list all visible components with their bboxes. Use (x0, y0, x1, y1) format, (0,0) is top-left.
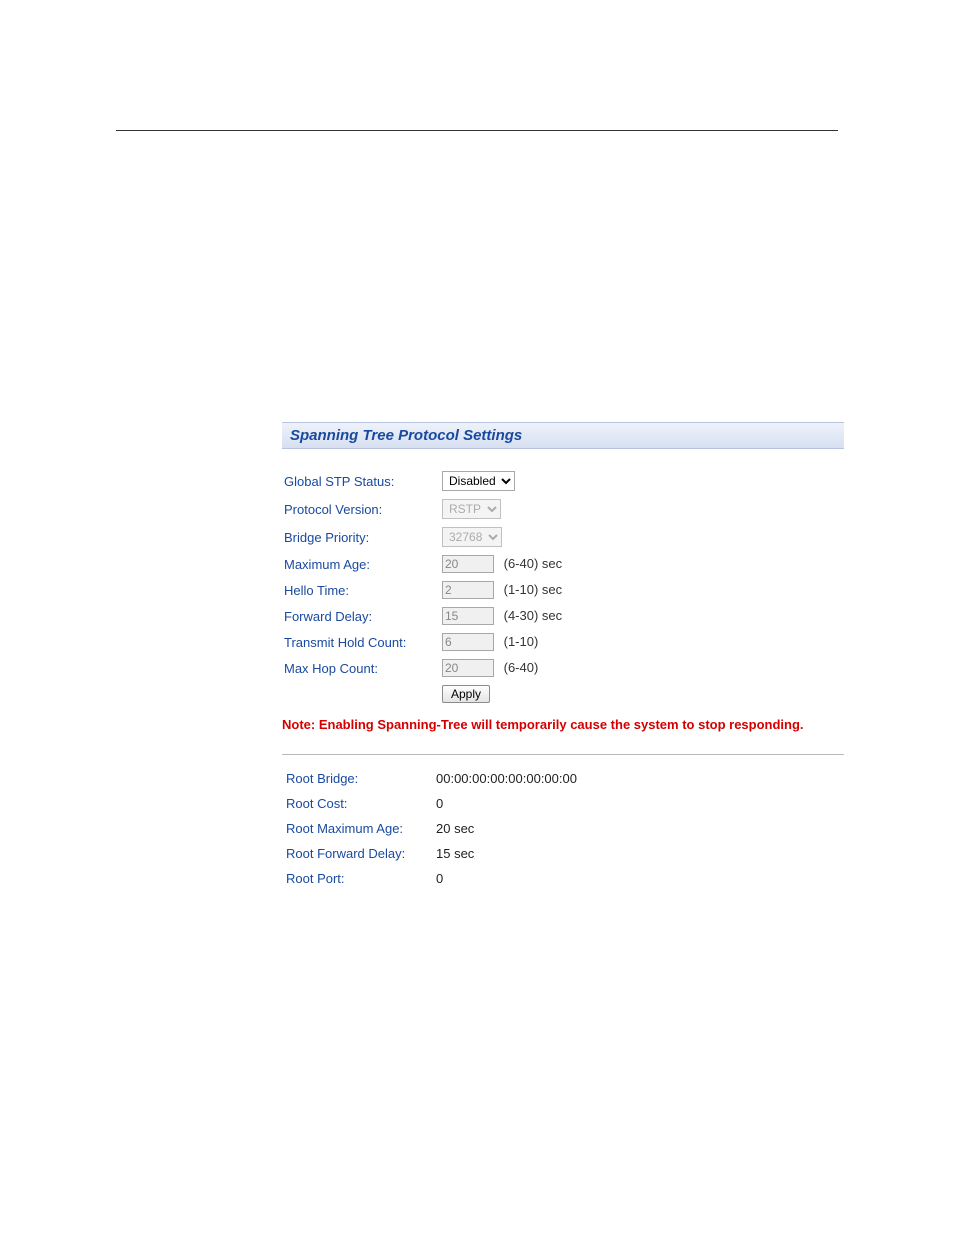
root-forward-delay-value: 15 sec (434, 842, 583, 865)
root-port-value: 0 (434, 867, 583, 890)
hello-time-label: Hello Time: (282, 577, 440, 603)
section-rule (282, 754, 844, 755)
settings-form: Global STP Status: Disabled Protocol Ver… (282, 467, 568, 707)
root-bridge-value: 00:00:00:00:00:00:00:00 (434, 767, 583, 790)
stp-settings-panel: Spanning Tree Protocol Settings Global S… (282, 422, 844, 892)
root-port-label: Root Port: (284, 867, 432, 890)
root-info-table: Root Bridge: 00:00:00:00:00:00:00:00 Roo… (282, 765, 585, 892)
top-rule (116, 130, 838, 131)
root-max-age-label: Root Maximum Age: (284, 817, 432, 840)
root-forward-delay-label: Root Forward Delay: (284, 842, 432, 865)
global-stp-status-select[interactable]: Disabled (442, 471, 515, 491)
panel-title: Spanning Tree Protocol Settings (282, 422, 844, 449)
maximum-age-label: Maximum Age: (282, 551, 440, 577)
max-hop-count-hint: (6-40) (498, 660, 539, 675)
protocol-version-label: Protocol Version: (282, 495, 440, 523)
warning-note: Note: Enabling Spanning-Tree will tempor… (282, 717, 844, 732)
max-hop-count-input[interactable] (442, 659, 494, 677)
transmit-hold-count-input[interactable] (442, 633, 494, 651)
max-hop-count-label: Max Hop Count: (282, 655, 440, 681)
bridge-priority-select[interactable]: 32768 (442, 527, 502, 547)
root-cost-value: 0 (434, 792, 583, 815)
apply-button[interactable]: Apply (442, 685, 490, 703)
root-max-age-value: 20 sec (434, 817, 583, 840)
forward-delay-input[interactable] (442, 607, 494, 625)
global-stp-status-label: Global STP Status: (282, 467, 440, 495)
root-bridge-label: Root Bridge: (284, 767, 432, 790)
transmit-hold-count-label: Transmit Hold Count: (282, 629, 440, 655)
protocol-version-select[interactable]: RSTP (442, 499, 501, 519)
forward-delay-label: Forward Delay: (282, 603, 440, 629)
maximum-age-input[interactable] (442, 555, 494, 573)
bridge-priority-label: Bridge Priority: (282, 523, 440, 551)
forward-delay-hint: (4-30) sec (498, 608, 563, 623)
hello-time-hint: (1-10) sec (498, 582, 563, 597)
page: Spanning Tree Protocol Settings Global S… (0, 0, 954, 1235)
transmit-hold-count-hint: (1-10) (498, 634, 539, 649)
root-cost-label: Root Cost: (284, 792, 432, 815)
maximum-age-hint: (6-40) sec (498, 556, 563, 571)
hello-time-input[interactable] (442, 581, 494, 599)
